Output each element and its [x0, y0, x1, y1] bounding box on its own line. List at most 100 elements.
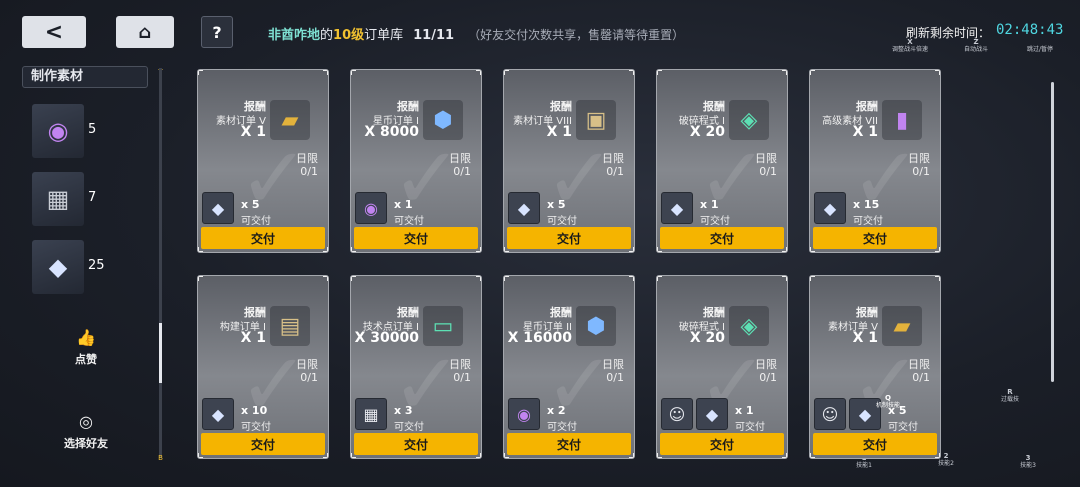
required-items[interactable]: ◆ — [661, 192, 693, 224]
hint-overload[interactable]: R 过载技 — [992, 388, 1028, 404]
daily-limit-label: 日限 — [908, 152, 930, 165]
build-ticket-icon[interactable]: ▤ — [270, 306, 310, 346]
required-quantity: x 3 — [394, 404, 413, 417]
crystal-cube-icon: ◆ — [202, 398, 234, 430]
deliver-button[interactable]: 交付 — [201, 433, 325, 455]
daily-limit-value: 0/1 — [912, 371, 930, 384]
required-quantity: x 1 — [700, 198, 719, 211]
back-arrow-icon: < — [44, 19, 64, 45]
deliver-button[interactable]: 交付 — [201, 227, 325, 249]
sidebar-scrollbar[interactable] — [159, 68, 162, 458]
daily-limit-label: 日限 — [449, 152, 471, 165]
daily-limit-label: 日限 — [602, 152, 624, 165]
required-items[interactable]: ◉ — [355, 192, 387, 224]
material-item[interactable]: ◆ 25 — [32, 240, 152, 294]
weapon-box-icon[interactable]: ▣ — [576, 100, 616, 140]
back-button[interactable]: < — [22, 16, 86, 48]
required-items[interactable]: ◉ — [508, 398, 540, 430]
daily-limit-label: 日限 — [908, 358, 930, 371]
gold-bars-icon[interactable]: ▰ — [882, 306, 922, 346]
daily-limit-value: 0/1 — [606, 371, 624, 384]
order-card[interactable]: ✓ 报酬 星币订单 II X 16000 ⬢ 日限 0/1 ◉ x 2 可交付 … — [503, 275, 635, 459]
star-coin-icon[interactable]: ⬢ — [423, 100, 463, 140]
required-items[interactable]: ▦ — [355, 398, 387, 430]
required-items[interactable]: ◆ — [814, 192, 846, 224]
home-button[interactable]: ⌂ — [116, 16, 174, 48]
required-items[interactable]: ◆ — [508, 192, 540, 224]
deliver-button[interactable]: 交付 — [660, 433, 784, 455]
required-items[interactable]: ◆ — [202, 192, 234, 224]
deliver-button[interactable]: 交付 — [813, 227, 937, 249]
crystal-cube-icon: ◆ — [32, 240, 84, 294]
hint-auto[interactable]: Z 自动战斗 — [954, 38, 998, 54]
reward-quantity: X 8000 — [364, 124, 419, 140]
deliver-status: 可交付 — [241, 216, 271, 227]
help-button[interactable]: ? — [201, 16, 233, 48]
order-card[interactable]: ✓ 报酬 技术点订单 I X 30000 ▭ 日限 0/1 ▦ x 3 可交付 … — [350, 275, 482, 459]
required-quantity: x 5 — [241, 198, 260, 211]
star-coin-icon[interactable]: ⬢ — [576, 306, 616, 346]
hint-mechanic[interactable]: Q 机制技能 — [868, 394, 908, 410]
memory-chip-icon: ▦ — [355, 398, 387, 430]
gold-bars-icon[interactable]: ▰ — [270, 100, 310, 140]
material-item[interactable]: ▦ 7 — [32, 172, 152, 226]
purple-orb-icon: ◉ — [32, 104, 84, 158]
crystal-cube-icon: ◆ — [202, 192, 234, 224]
order-card[interactable]: ✓ 报酬 星币订单 I X 8000 ⬢ 日限 0/1 ◉ x 1 可交付 交付 — [350, 69, 482, 253]
deliver-button[interactable]: 交付 — [813, 433, 937, 455]
like-button[interactable]: 👍 点赞 — [58, 328, 114, 367]
order-card[interactable]: ✓ 报酬 破碎程式 I X 20 ◈ 日限 0/1 ☺ ◆ x 1 可交付 交付 — [656, 275, 788, 459]
hint-skip[interactable]: 跳过/暂停 — [1018, 46, 1062, 54]
reward-quantity: X 20 — [689, 124, 725, 140]
select-friend-button[interactable]: ◎ 选择好友 — [58, 412, 114, 451]
corner-bracket — [323, 276, 328, 281]
deliver-status: 可交付 — [241, 422, 271, 433]
friend-icon: ◎ — [79, 412, 93, 431]
required-items[interactable]: ☺ ◆ — [661, 398, 728, 430]
daily-limit-label: 日限 — [296, 152, 318, 165]
hint-skill3[interactable]: 3 技能3 — [1012, 454, 1044, 470]
order-card[interactable]: ✓ 报酬 构建订单 I X 1 ▤ 日限 0/1 ◆ x 10 可交付 交付 — [197, 275, 329, 459]
material-count: 7 — [88, 190, 97, 205]
order-count: 11/11 — [413, 28, 455, 43]
daily-limit-value: 0/1 — [606, 165, 624, 178]
daily-limit-value: 0/1 — [912, 165, 930, 178]
corner-bracket — [198, 276, 203, 281]
order-card[interactable]: ✓ 报酬 素材订单 V X 1 ▰ 日限 0/1 ☺ ◆ x 5 可交付 Q 机制技… — [809, 275, 941, 459]
order-card[interactable]: ✓ 报酬 素材订单 V X 1 ▰ 日限 0/1 ◆ x 5 可交付 交付 — [197, 69, 329, 253]
required-items[interactable]: ◆ — [202, 398, 234, 430]
refresh-timer: 02:48:43 — [996, 22, 1064, 38]
material-item[interactable]: ◉ 5 — [32, 104, 152, 158]
order-card[interactable]: ✓ 报酬 高级素材 VII X 1 ▮ 日限 0/1 ◆ x 15 可交付 交付 — [809, 69, 941, 253]
daily-limit-value: 0/1 — [759, 165, 777, 178]
purple-cylinder-icon[interactable]: ▮ — [882, 100, 922, 140]
corner-bracket — [629, 70, 634, 75]
reward-quantity: X 20 — [689, 330, 725, 346]
hint-speed[interactable]: X 调整战斗倍速 — [878, 38, 942, 54]
scroll-bottom-marker: B — [158, 454, 163, 462]
purple-orb-icon: ◉ — [355, 192, 387, 224]
deliver-button[interactable]: 交付 — [507, 227, 631, 249]
corner-bracket — [351, 70, 356, 75]
deliver-button[interactable]: 交付 — [354, 433, 478, 455]
corner-bracket — [351, 276, 356, 281]
deliver-status: 可交付 — [888, 422, 918, 433]
order-card[interactable]: ✓ 报酬 素材订单 VIII X 1 ▣ 日限 0/1 ◆ x 5 可交付 交付 — [503, 69, 635, 253]
deliver-status: 可交付 — [735, 422, 765, 433]
materials-header: 制作素材 — [22, 66, 148, 88]
reward-quantity: X 1 — [852, 330, 878, 346]
orders-scrollbar[interactable] — [1051, 82, 1054, 382]
green-program-icon[interactable]: ◈ — [729, 306, 769, 346]
reward-quantity: X 16000 — [507, 330, 572, 346]
deliver-button[interactable]: 交付 — [354, 227, 478, 249]
corner-bracket — [810, 276, 815, 281]
deliver-button[interactable]: 交付 — [507, 433, 631, 455]
daily-limit-label: 日限 — [602, 358, 624, 371]
order-card[interactable]: ✓ 报酬 破碎程式 I X 20 ◈ 日限 0/1 ◆ x 1 可交付 交付 — [656, 69, 788, 253]
exp-ticket-icon[interactable]: ▭ — [423, 306, 463, 346]
material-count: 25 — [88, 258, 105, 273]
green-program-icon[interactable]: ◈ — [729, 100, 769, 140]
scrollbar-thumb[interactable] — [159, 323, 162, 383]
deliver-button[interactable]: 交付 — [660, 227, 784, 249]
share-note: （好友交付次数共享，售罄请等待重置） — [468, 28, 685, 42]
